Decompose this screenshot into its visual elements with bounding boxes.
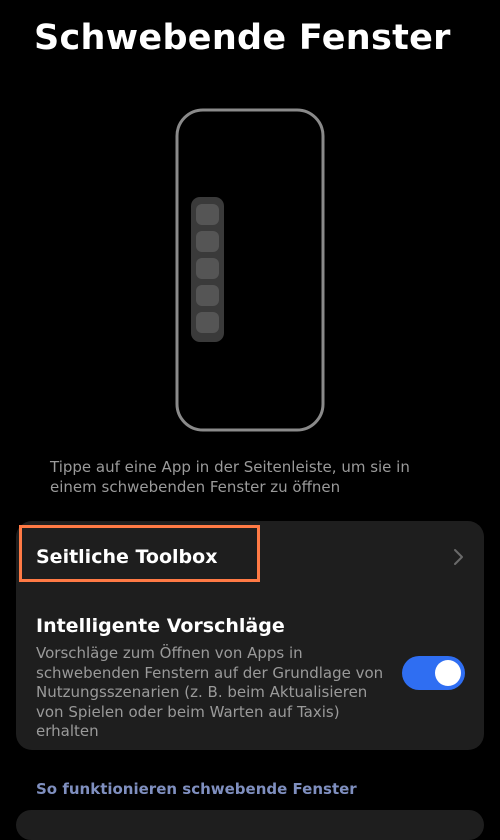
toggle-knob	[435, 660, 461, 686]
sidebar-app-slot	[196, 285, 219, 306]
sidebar-app-slot	[196, 204, 219, 225]
sidebar-app-slot	[196, 312, 219, 333]
highlight-annotation	[19, 525, 260, 582]
sidebar-app-slot	[196, 258, 219, 279]
suggestions-title: Intelligente Vorschläge	[36, 615, 285, 637]
sidebar-app-slot	[196, 231, 219, 252]
section-header: So funktionieren schwebende Fenster	[36, 780, 357, 798]
chevron-right-icon	[448, 547, 468, 567]
page-title: Schwebende Fenster	[34, 18, 451, 58]
phone-with-sidebar-icon	[0, 100, 500, 440]
illustration-caption: Tippe auf eine App in der Seitenleiste, …	[50, 458, 410, 496]
suggestions-toggle[interactable]	[402, 656, 465, 690]
suggestions-description: Vorschläge zum Öffnen von Apps in schweb…	[36, 644, 384, 740]
how-it-works-card[interactable]	[16, 810, 484, 840]
suggestions-row[interactable]: Intelligente Vorschläge Vorschläge zum Ö…	[16, 601, 484, 741]
